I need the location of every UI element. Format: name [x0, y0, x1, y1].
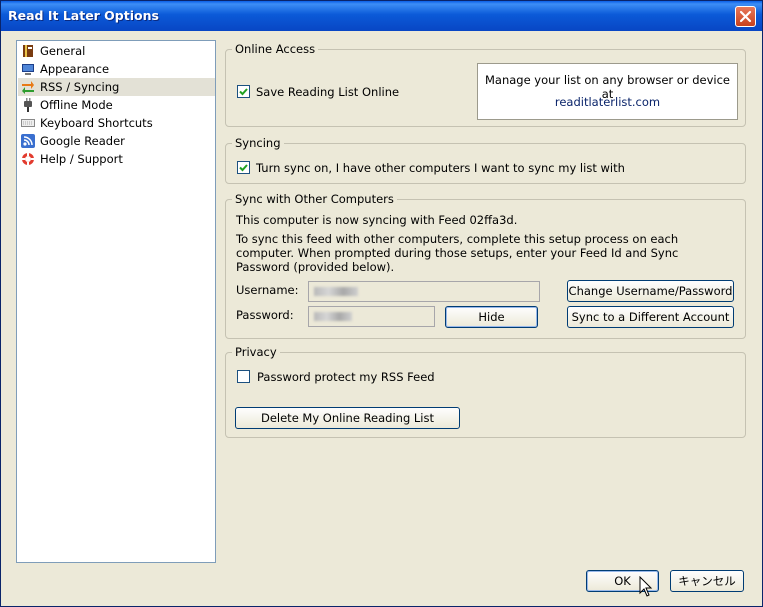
plug-icon [24, 98, 32, 112]
sidebar-item-appearance[interactable]: Appearance [18, 60, 215, 78]
sidebar-item-label: Appearance [40, 62, 110, 76]
book-icon [23, 45, 33, 57]
sync-status-text: This computer is now syncing with Feed 0… [236, 213, 518, 227]
cancel-button[interactable]: キャンセル [670, 570, 744, 592]
delete-reading-list-button[interactable]: Delete My Online Reading List [235, 407, 460, 429]
manage-list-info-box: Manage your list on any browser or devic… [477, 63, 738, 120]
sidebar-item-offline-mode[interactable]: Offline Mode [18, 96, 215, 114]
password-redacted [314, 312, 352, 321]
sidebar-item-general[interactable]: General [18, 42, 215, 60]
sidebar-item-keyboard-shortcuts[interactable]: Keyboard Shortcuts [18, 114, 215, 132]
sidebar-item-label: Google Reader [40, 134, 125, 148]
options-sidebar: General Appearance RSS / Syncing Offline… [16, 40, 216, 563]
sync-on-checkbox[interactable] [237, 161, 250, 174]
keyboard-icon [21, 119, 35, 127]
sync-other-legend: Sync with Other Computers [232, 192, 397, 206]
close-icon [739, 10, 752, 23]
syncing-legend: Syncing [232, 136, 284, 150]
sync-on-label[interactable]: Turn sync on, I have other computers I w… [256, 161, 625, 175]
password-label: Password: [236, 308, 294, 322]
sidebar-item-label: General [40, 44, 86, 58]
username-field[interactable] [308, 281, 540, 302]
checkmark-icon [239, 88, 248, 96]
mouse-cursor-icon [639, 576, 653, 597]
sidebar-item-google-reader[interactable]: Google Reader [18, 132, 215, 150]
lifebuoy-icon [22, 153, 34, 165]
sync-instructions: To sync this feed with other computers, … [236, 232, 679, 274]
password-protect-checkbox[interactable] [237, 370, 250, 383]
title-bar[interactable]: Read It Later Options [1, 1, 762, 31]
readitlater-link[interactable]: readitlaterlist.com [478, 95, 737, 109]
close-button[interactable] [735, 6, 756, 27]
sidebar-item-help-support[interactable]: Help / Support [18, 150, 215, 168]
sidebar-item-label: Offline Mode [40, 98, 113, 112]
hide-password-button[interactable]: Hide [445, 306, 538, 328]
monitor-icon [22, 64, 34, 75]
save-online-checkbox[interactable] [237, 85, 250, 98]
sidebar-item-rss-syncing[interactable]: RSS / Syncing [18, 78, 215, 96]
sync-different-account-button[interactable]: Sync to a Different Account [567, 306, 734, 328]
username-redacted [314, 287, 358, 296]
save-online-label[interactable]: Save Reading List Online [256, 85, 399, 99]
password-field[interactable] [308, 306, 435, 327]
sidebar-item-label: Keyboard Shortcuts [40, 116, 153, 130]
sidebar-item-label: RSS / Syncing [40, 80, 120, 94]
checkmark-icon [239, 164, 248, 172]
window-title: Read It Later Options [8, 8, 159, 23]
sidebar-item-label: Help / Support [40, 152, 123, 166]
sync-arrows-icon [22, 81, 34, 94]
username-label: Username: [236, 283, 299, 297]
options-window: Read It Later Options General Appearance… [0, 0, 763, 607]
rss-feed-icon [21, 134, 35, 148]
password-protect-label[interactable]: Password protect my RSS Feed [257, 370, 435, 384]
privacy-legend: Privacy [232, 345, 280, 359]
change-username-password-button[interactable]: Change Username/Password [567, 280, 734, 302]
online-access-legend: Online Access [232, 42, 319, 56]
